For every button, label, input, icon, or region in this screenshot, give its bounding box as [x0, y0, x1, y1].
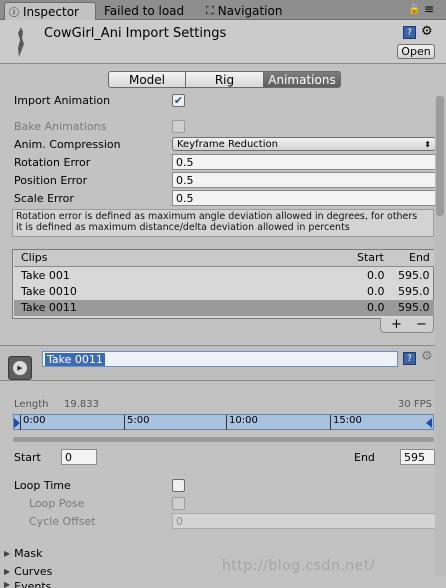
- add-clip-button[interactable]: +: [391, 317, 402, 332]
- rotation-error-label: Rotation Error: [14, 156, 91, 169]
- clip-start: 0.0: [367, 269, 385, 282]
- page-title: CowGirl_Ani Import Settings: [44, 26, 227, 41]
- tab-navigation-label: Navigation: [217, 4, 283, 18]
- length-value: 19.833: [64, 399, 99, 410]
- loop-pose-checkbox[interactable]: [172, 497, 185, 510]
- lock-icon[interactable]: 🔒: [408, 4, 420, 15]
- events-foldout[interactable]: ▶ Events: [4, 580, 51, 588]
- timeline-scrollbar[interactable]: [13, 437, 434, 442]
- clip-name: Take 0011: [21, 301, 77, 314]
- scale-error-field[interactable]: 0.5: [172, 190, 436, 206]
- curves-foldout[interactable]: ▶ Curves: [4, 565, 52, 578]
- clip-buttons: + −: [380, 317, 434, 333]
- clips-header: Clips Start End: [14, 250, 434, 267]
- cycle-offset-label: Cycle Offset: [29, 515, 96, 528]
- anim-compression-dropdown[interactable]: Keyframe Reduction ⬍: [172, 137, 436, 151]
- mask-label: Mask: [14, 547, 43, 560]
- bake-animations-label: Bake Animations: [14, 120, 107, 133]
- fps-label: 30 FPS: [398, 399, 433, 410]
- import-animation-label: Import Animation: [14, 94, 111, 107]
- tick-label: 15:00: [333, 415, 362, 426]
- play-icon: ▶: [13, 361, 27, 375]
- play-button[interactable]: ▶: [8, 356, 32, 380]
- tab-bar: ⓘ Inspector Failed to load ⛶ Navigation …: [0, 0, 446, 20]
- anim-compression-value: Keyframe Reduction: [177, 138, 278, 150]
- clips-list: Clips Start End Take 001 0.0 595.0 Take …: [12, 249, 434, 319]
- tab-animations[interactable]: Animations: [263, 71, 341, 88]
- dropdown-arrow-icon: ⬍: [424, 139, 431, 149]
- tick-label: 10:00: [229, 415, 258, 426]
- open-button[interactable]: Open: [397, 44, 435, 59]
- cycle-offset-field[interactable]: 0: [172, 513, 436, 529]
- clips-header-end: End: [409, 251, 430, 264]
- help-text-line1: Rotation error is defined as maximum ang…: [16, 211, 418, 222]
- start-label: Start: [14, 451, 41, 464]
- position-error-label: Position Error: [14, 174, 88, 187]
- tab-failed-label: Failed to load: [104, 4, 185, 18]
- scrollbar-thumb[interactable]: [436, 96, 444, 216]
- clip-end: 595.0: [398, 301, 430, 314]
- bake-animations-checkbox[interactable]: [172, 120, 185, 133]
- clip-end: 595.0: [398, 269, 430, 282]
- asset-icon: [18, 27, 24, 57]
- clip-row-selected[interactable]: Take 0011 0.0 595.0: [14, 300, 434, 316]
- clip-start: 0.0: [367, 285, 385, 298]
- clip-help-icon[interactable]: ?: [403, 352, 416, 365]
- loop-pose-label: Loop Pose: [29, 497, 85, 510]
- position-error-field[interactable]: 0.5: [172, 172, 436, 188]
- tab-failed-to-load[interactable]: Failed to load: [104, 2, 200, 20]
- tab-inspector-label: Inspector: [23, 4, 79, 19]
- clip-start: 0.0: [367, 301, 385, 314]
- curves-label: Curves: [14, 565, 53, 578]
- import-animation-checkbox[interactable]: ✔: [172, 94, 185, 107]
- clips-header-name: Clips: [21, 251, 48, 264]
- start-marker[interactable]: [14, 418, 20, 428]
- scale-error-label: Scale Error: [14, 192, 74, 205]
- tab-rig[interactable]: Rig: [185, 71, 264, 88]
- length-label: Length: [14, 399, 49, 410]
- tick-label: 0:00: [23, 415, 46, 426]
- end-marker[interactable]: [426, 418, 432, 428]
- clip-name: Take 0010: [21, 285, 77, 298]
- help-icon[interactable]: ?: [403, 26, 416, 39]
- remove-clip-button[interactable]: −: [416, 317, 427, 332]
- clip-end: 595.0: [398, 285, 430, 298]
- loop-time-checkbox[interactable]: [172, 479, 185, 492]
- events-label: Events: [14, 580, 52, 588]
- clip-row[interactable]: Take 0010 0.0 595.0: [14, 284, 434, 300]
- clip-gear-icon[interactable]: ⚙: [421, 349, 433, 364]
- rotation-error-field[interactable]: 0.5: [172, 154, 436, 170]
- clip-row[interactable]: Take 001 0.0 595.0: [14, 268, 434, 284]
- timeline-ruler[interactable]: 0:00 5:00 10:00 15:00: [13, 414, 434, 430]
- clip-name-selected-text: Take 0011: [45, 352, 105, 366]
- help-box: Rotation error is defined as maximum ang…: [12, 209, 434, 237]
- help-text-line2: it is defined as maximum distance/delta …: [16, 222, 350, 233]
- end-field[interactable]: 595: [400, 449, 435, 465]
- tab-inspector[interactable]: ⓘ Inspector: [4, 2, 96, 20]
- expand-arrow-icon: ▶: [4, 580, 11, 588]
- menu-icon[interactable]: ≡: [424, 2, 434, 16]
- expand-arrow-icon: ▶: [4, 567, 11, 576]
- clip-name-field[interactable]: Take 0011: [42, 351, 398, 367]
- clip-name: Take 001: [21, 269, 70, 282]
- tick-label: 5:00: [127, 415, 150, 426]
- loop-time-label: Loop Time: [14, 479, 71, 492]
- clips-header-start: Start: [357, 251, 384, 264]
- watermark: http://blog.csdn.net/: [222, 558, 375, 574]
- tab-navigation[interactable]: ⛶ Navigation: [206, 2, 326, 20]
- mask-foldout[interactable]: ▶ Mask: [4, 547, 43, 560]
- anim-compression-label: Anim. Compression: [14, 138, 121, 151]
- gear-icon[interactable]: ⚙: [421, 24, 433, 39]
- start-field[interactable]: 0: [61, 449, 97, 465]
- expand-arrow-icon: ▶: [4, 549, 11, 558]
- tab-model[interactable]: Model: [108, 71, 186, 88]
- end-label: End: [354, 451, 375, 464]
- navigation-icon: ⛶: [206, 4, 214, 17]
- info-icon: ⓘ: [9, 8, 19, 19]
